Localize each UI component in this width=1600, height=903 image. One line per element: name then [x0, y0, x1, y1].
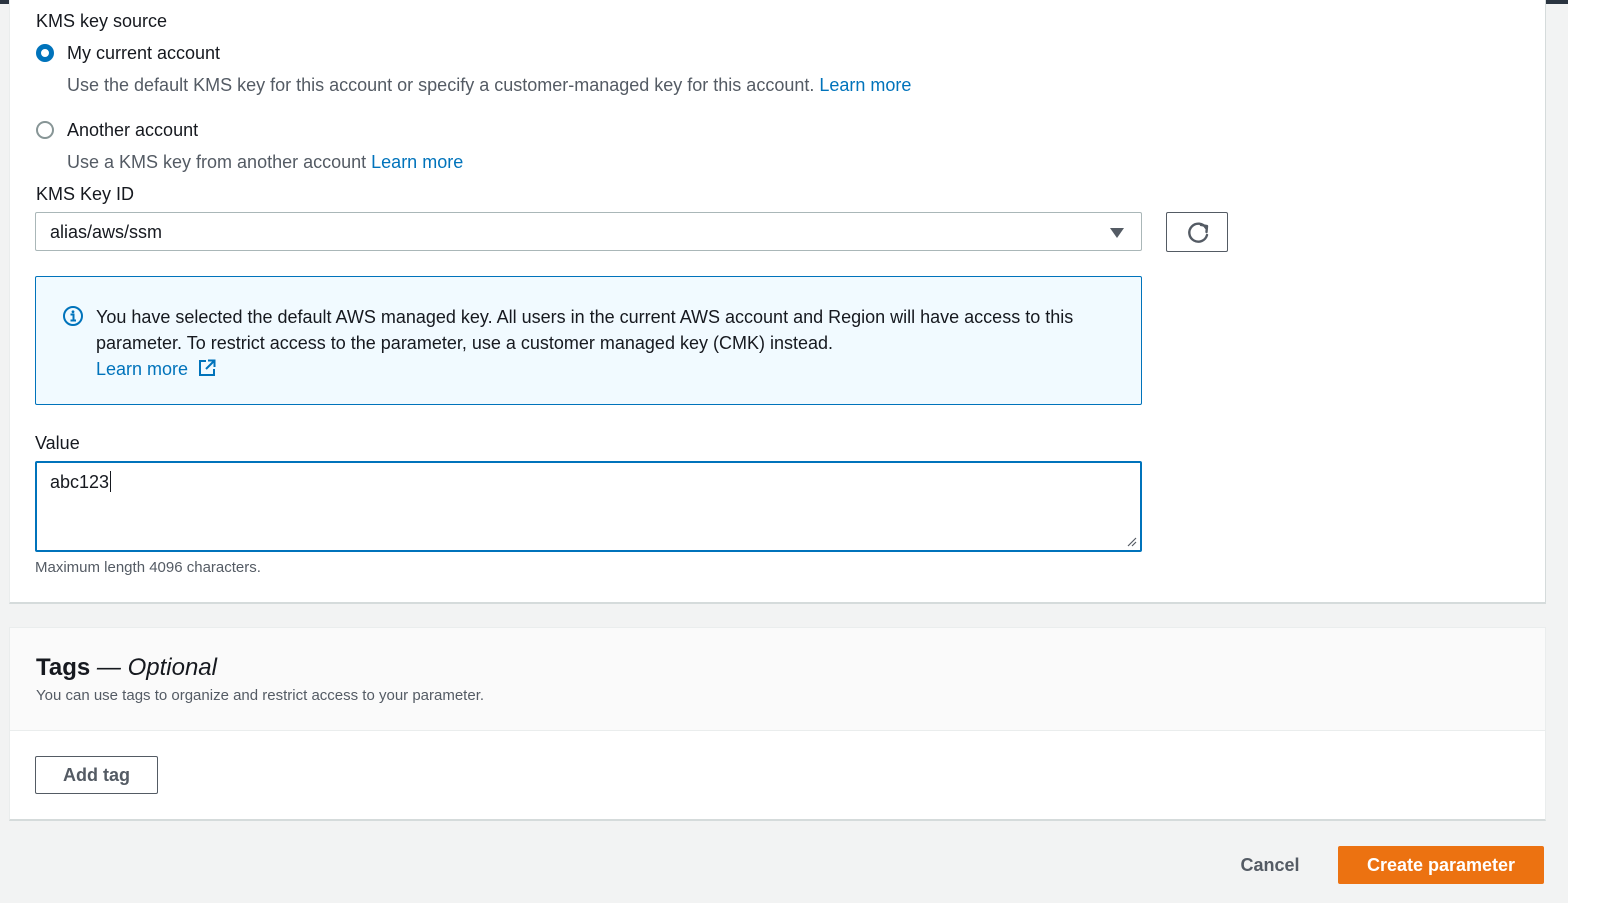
tags-description: You can use tags to organize and restric… — [36, 687, 485, 704]
another-account-learn-more-link[interactable]: Learn more — [371, 152, 463, 172]
kms-key-id-select[interactable]: alias/aws/ssm — [35, 212, 1142, 251]
another-account-description-text: Use a KMS key from another account — [67, 152, 367, 172]
cancel-button[interactable]: Cancel — [1222, 848, 1318, 882]
info-alert-learn-more-label: Learn more — [96, 359, 189, 379]
radio-my-current-account[interactable] — [36, 44, 54, 62]
tags-heading: Tags — Optional — [36, 654, 217, 682]
kms-key-source-label: KMS key source — [36, 11, 168, 31]
add-tag-button[interactable]: Add tag — [35, 756, 158, 794]
another-account-description: Use a KMS key from another account Learn… — [67, 152, 463, 173]
value-text: abc123 — [50, 472, 110, 492]
kms-key-id-label: KMS Key ID — [36, 184, 135, 204]
value-label: Value — [35, 433, 80, 453]
info-alert: You have selected the default AWS manage… — [35, 276, 1142, 405]
scroll-gutter — [1568, 0, 1600, 903]
tags-panel-header: Tags — Optional You can use tags to orga… — [10, 628, 1545, 731]
tags-optional: — Optional — [96, 654, 217, 681]
refresh-button[interactable] — [1166, 212, 1228, 252]
info-alert-text: You have selected the default AWS manage… — [96, 304, 1106, 382]
tags-panel: Tags — Optional You can use tags to orga… — [9, 627, 1546, 821]
external-link-icon — [199, 359, 216, 376]
radio-another-account[interactable] — [36, 121, 54, 139]
resize-grip-icon[interactable] — [1125, 535, 1137, 547]
my-current-account-description-text: Use the default KMS key for this account… — [67, 75, 815, 95]
my-current-account-description: Use the default KMS key for this account… — [67, 75, 911, 96]
info-icon — [63, 306, 83, 326]
value-textarea[interactable]: abc123 — [35, 461, 1142, 552]
kms-key-id-value: alias/aws/ssm — [50, 222, 163, 242]
text-cursor — [110, 471, 112, 492]
radio-another-account-label[interactable]: Another account — [67, 120, 198, 141]
tags-title: Tags — [36, 654, 91, 681]
my-current-account-learn-more-link[interactable]: Learn more — [819, 75, 911, 95]
value-textarea-text: abc123 — [50, 471, 112, 493]
value-hint: Maximum length 4096 characters. — [35, 559, 261, 576]
radio-my-current-account-label[interactable]: My current account — [67, 43, 220, 64]
info-alert-learn-more-link[interactable]: Learn more — [96, 359, 217, 379]
info-alert-message: You have selected the default AWS manage… — [96, 307, 1074, 353]
refresh-icon — [1188, 222, 1209, 243]
caret-down-icon — [1110, 228, 1124, 238]
create-parameter-button[interactable]: Create parameter — [1338, 846, 1544, 884]
